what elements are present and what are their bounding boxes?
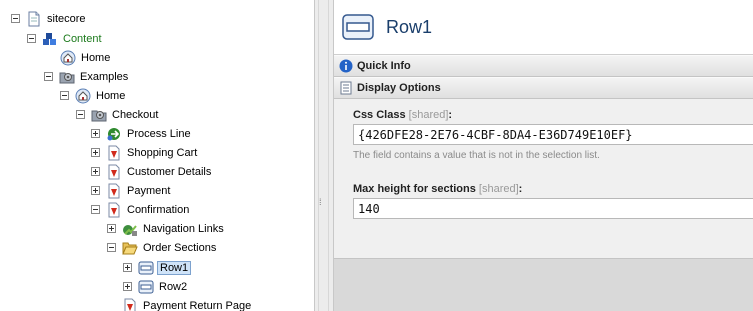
tree-item-payment-return-page[interactable]: Payment Return Page (107, 296, 253, 311)
shared-tag: [shared] (408, 109, 449, 121)
navigation-links-icon (123, 224, 137, 236)
row-icon (138, 261, 154, 274)
field-label: Css Class [shared]: (353, 109, 753, 121)
home-icon (60, 50, 76, 65)
page-red-icon (108, 183, 120, 198)
info-icon (339, 59, 353, 73)
section-display-options[interactable]: Display Options (334, 77, 753, 99)
expand-toggle[interactable] (123, 282, 132, 291)
splitter-grip-icon[interactable]: ⁞ (319, 198, 322, 207)
tree-item-label: Content (63, 32, 102, 45)
collapse-toggle[interactable] (91, 205, 100, 214)
page-red-icon (108, 202, 120, 217)
tree-item-navigation-links[interactable]: Navigation Links (107, 219, 226, 238)
css-class-field: Css Class [shared]: {426DFE28-2E76-4CBF-… (353, 109, 753, 161)
panel-splitter[interactable]: ⁞ (314, 0, 334, 311)
tree-item-label: Home (81, 51, 111, 64)
content-tree: sitecore Content Home Examples Home Chec… (0, 0, 314, 311)
folder-open-icon (122, 242, 138, 254)
css-class-input[interactable]: {426DFE28-2E76-4CBF-8DA4-E36D749E10EF} (353, 124, 753, 145)
tree-item-label: Order Sections (143, 241, 217, 254)
row-icon (138, 280, 154, 293)
display-options-fields: Css Class [shared]: {426DFE28-2E76-4CBF-… (334, 99, 753, 259)
tree-item-row2[interactable]: Row2 (123, 277, 189, 296)
splitter-line (318, 0, 319, 311)
tree-item-label: Home (96, 89, 126, 102)
document-lines-icon (340, 81, 352, 95)
expand-toggle[interactable] (91, 148, 100, 157)
tree-item-checkout[interactable]: Checkout (76, 105, 160, 124)
tree-item-process-line[interactable]: Process Line (91, 124, 193, 143)
tree-item-order-sections[interactable]: Order Sections (107, 238, 218, 257)
editor-title: Row1 (386, 16, 433, 37)
process-line-icon (107, 127, 120, 140)
tree-item-shopping-cart[interactable]: Shopping Cart (91, 143, 199, 162)
tree-item-label: Process Line (127, 127, 191, 140)
max-height-input[interactable]: 140 (353, 198, 753, 219)
field-label-text: Css Class (353, 109, 406, 121)
tree-item-label: Row2 (159, 280, 188, 293)
tree-item-label: Shopping Cart (127, 146, 198, 159)
expand-toggle[interactable] (123, 263, 132, 272)
folder-gear-icon (91, 110, 107, 121)
collapse-toggle[interactable] (107, 243, 116, 252)
tree-item-row1[interactable]: Row1 (123, 258, 192, 277)
tree-item-label: sitecore (47, 12, 86, 25)
shared-tag: [shared] (478, 183, 519, 195)
tree-item-customer-details[interactable]: Customer Details (91, 162, 213, 181)
expand-toggle[interactable] (91, 167, 100, 176)
label-colon: : (448, 109, 453, 121)
max-height-field: Max height for sections [shared]: 140 (353, 183, 753, 219)
collapse-toggle[interactable] (60, 91, 69, 100)
content-cubes-icon (43, 32, 56, 45)
collapse-toggle[interactable] (76, 110, 85, 119)
tree-item-label: Confirmation (127, 203, 190, 216)
tree-item-payment[interactable]: Payment (91, 181, 172, 200)
expand-toggle[interactable] (91, 129, 100, 138)
home-icon (75, 88, 91, 103)
tree-item-confirmation[interactable]: Confirmation (91, 200, 191, 219)
tree-item-examples[interactable]: Examples (44, 67, 130, 86)
page-red-icon (108, 164, 120, 179)
validation-note: The field contains a value that is not i… (353, 150, 600, 161)
folder-gear-icon (59, 72, 75, 83)
splitter-line (328, 0, 329, 311)
expand-toggle[interactable] (91, 186, 100, 195)
document-icon (28, 11, 40, 26)
collapse-toggle[interactable] (11, 14, 20, 23)
tree-item-label: Row1 (157, 260, 192, 275)
tree-item-label: Customer Details (127, 165, 212, 178)
section-quick-info[interactable]: Quick Info (334, 55, 753, 77)
no-toggle (107, 301, 116, 310)
tree-item-home[interactable]: Home (60, 86, 127, 105)
tree-item-label: Checkout (112, 108, 159, 121)
page-red-icon (108, 145, 120, 160)
tree-item-label: Payment (127, 184, 171, 197)
tree-item-label: Navigation Links (143, 222, 224, 235)
page-red-icon (124, 298, 136, 311)
expand-toggle[interactable] (107, 224, 116, 233)
section-title: Quick Info (357, 60, 411, 72)
field-label-text: Max height for sections (353, 183, 476, 195)
tree-item-label: Payment Return Page (143, 299, 252, 311)
section-title: Display Options (357, 82, 441, 94)
editor-header: Row1 (334, 0, 753, 55)
collapse-toggle[interactable] (27, 34, 36, 43)
label-colon: : (518, 183, 523, 195)
tree-item-content[interactable]: Content (27, 29, 104, 48)
item-editor: Row1 Quick Info Display Options Css Clas… (334, 0, 753, 311)
tree-item-sitecore[interactable]: sitecore (11, 9, 88, 28)
tree-item-label: Examples (80, 70, 129, 83)
tree-item-home[interactable]: Home (60, 48, 112, 67)
collapse-toggle[interactable] (44, 72, 53, 81)
row-icon (342, 14, 374, 40)
field-label: Max height for sections [shared]: (353, 183, 753, 195)
